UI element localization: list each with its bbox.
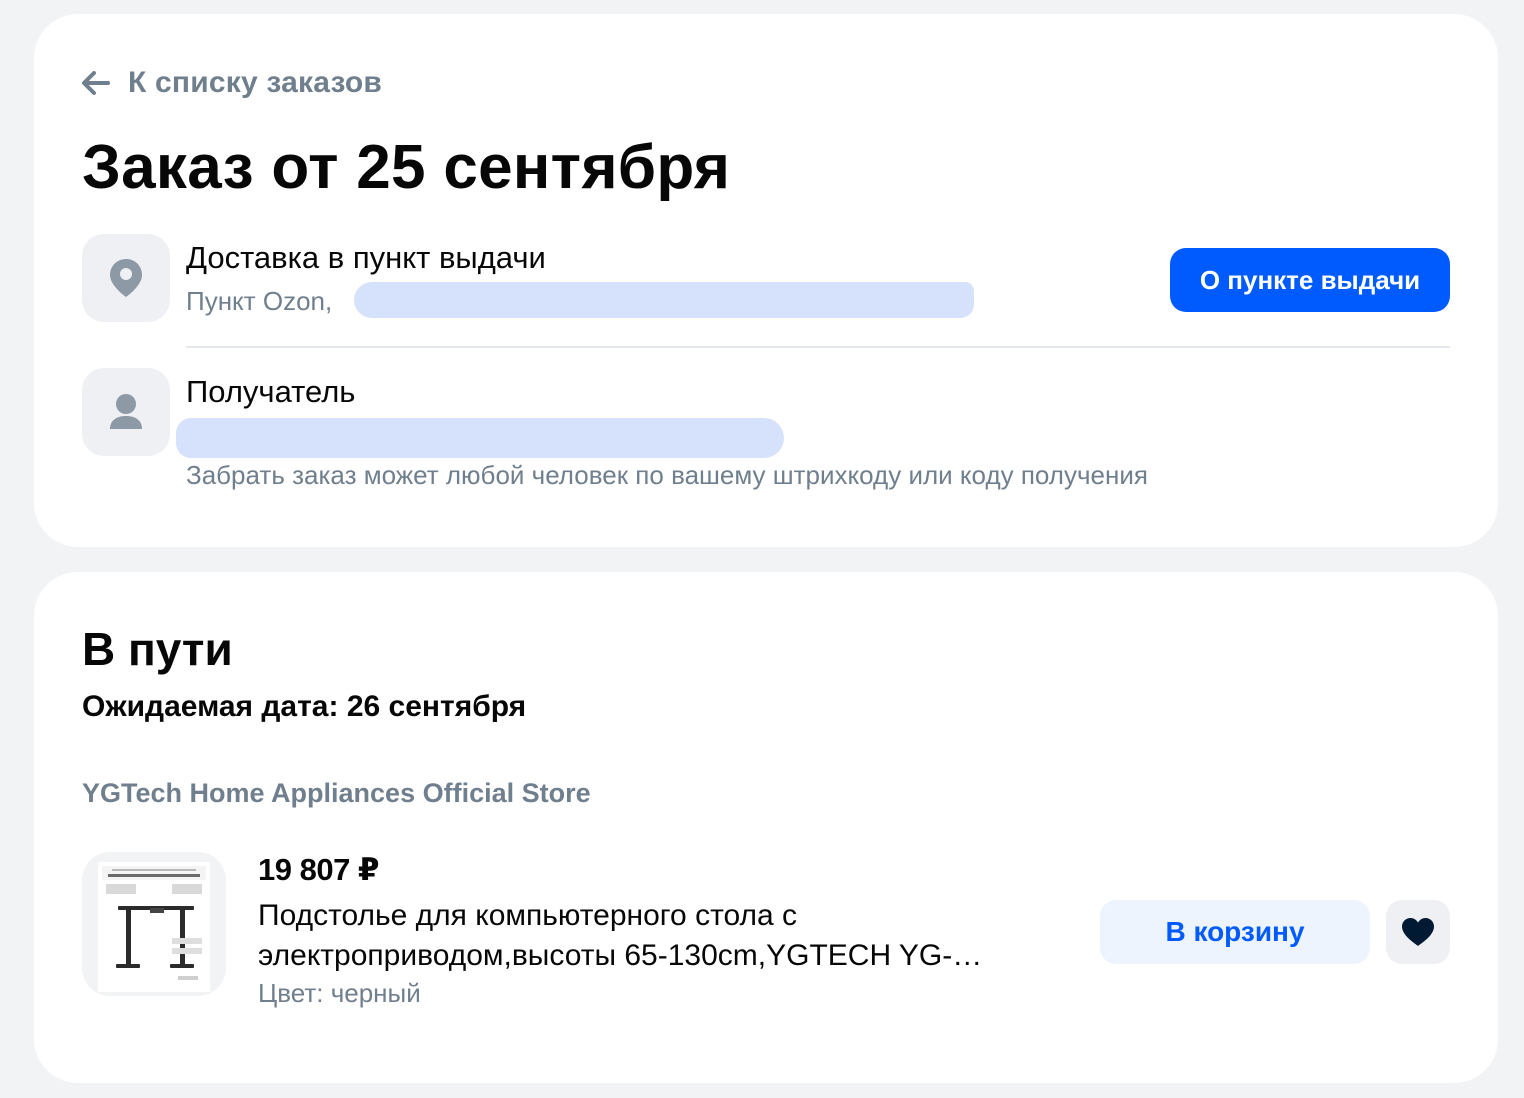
divider: [186, 346, 1450, 348]
product-name[interactable]: Подстолье для компьютерного стола с элек…: [258, 896, 1048, 976]
shipment-status: В пути: [82, 623, 233, 675]
seller-name[interactable]: YGTech Home Appliances Official Store: [82, 778, 591, 809]
recipient-icon-tile: [82, 368, 170, 456]
delivery-icon-tile: [82, 234, 170, 322]
back-to-orders-link[interactable]: К списку заказов: [82, 66, 382, 100]
product-image[interactable]: [82, 852, 226, 996]
recipient-note: Забрать заказ может любой человек по ваш…: [186, 460, 1148, 490]
product-price: 19 807 ₽: [258, 852, 380, 887]
arrow-left-icon: [82, 71, 110, 95]
redacted-recipient: [176, 418, 784, 458]
location-pin-icon: [110, 259, 142, 297]
page-title: Заказ от 25 сентября: [82, 133, 731, 202]
expected-delivery-date: Ожидаемая дата: 26 сентября: [82, 690, 527, 723]
redacted-address: [354, 282, 974, 318]
pickup-point-info-button[interactable]: О пункте выдачи: [1170, 248, 1450, 312]
delivery-title: Доставка в пункт выдачи: [186, 240, 546, 275]
back-link-label: К списку заказов: [128, 66, 383, 99]
recipient-title: Получатель: [186, 374, 356, 409]
add-to-cart-button[interactable]: В корзину: [1100, 900, 1370, 964]
pickup-point-address: Пункт Ozon,: [186, 286, 333, 316]
desk-frame-image: [98, 862, 210, 992]
product-color: Цвет: черный: [258, 978, 421, 1008]
favorite-button[interactable]: [1386, 900, 1450, 964]
shipment-card: В пути Ожидаемая дата: 26 сентября YGTec…: [34, 572, 1498, 1083]
heart-icon: [1402, 918, 1434, 946]
order-card: К списку заказов Заказ от 25 сентября До…: [34, 14, 1498, 547]
person-icon: [110, 394, 142, 429]
